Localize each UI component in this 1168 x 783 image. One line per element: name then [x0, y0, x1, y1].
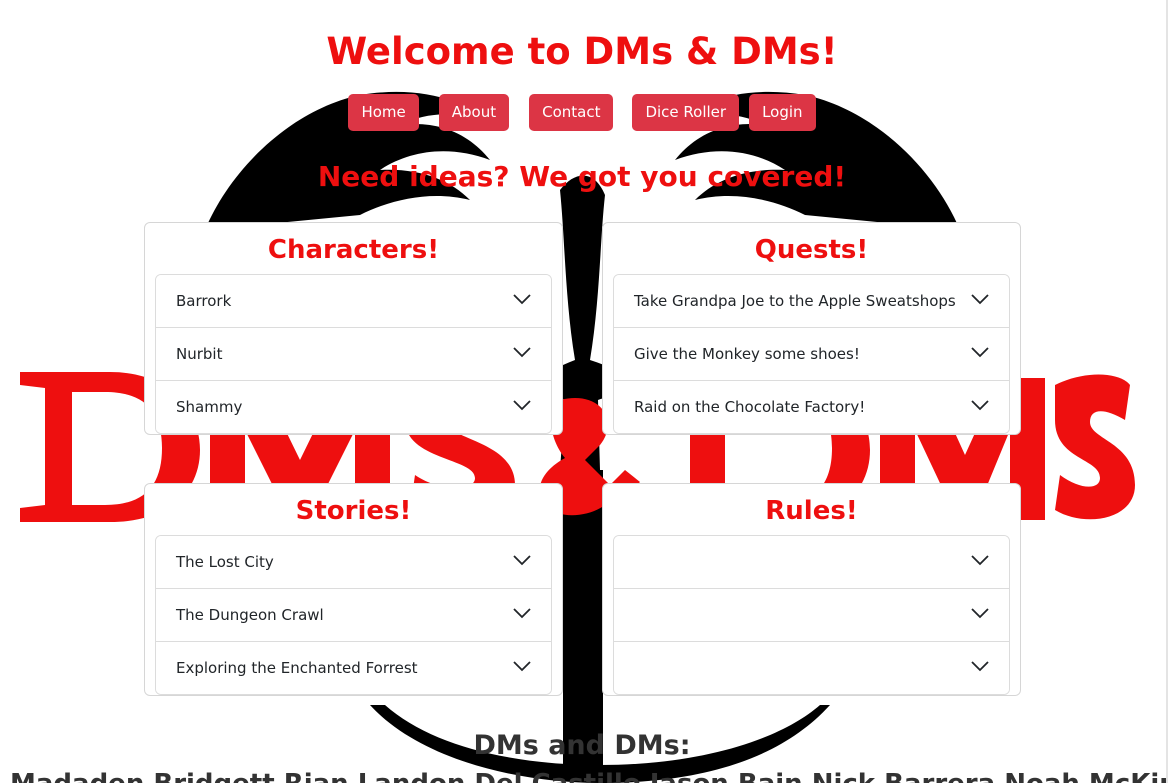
chevron-down-icon: [971, 347, 989, 358]
stories-card-title: Stories!: [295, 496, 412, 526]
characters-card-title: Characters!: [267, 235, 440, 265]
stories-card: Stories! The Lost City The Dungeon Crawl…: [144, 483, 563, 696]
footer-heading: DMs and DMs:: [473, 730, 691, 761]
accordion-item[interactable]: Shammy: [156, 380, 551, 433]
accordion-item[interactable]: Give the Monkey some shoes!: [614, 327, 1009, 380]
accordion-item[interactable]: [614, 588, 1009, 641]
nav-contact-button[interactable]: Contact: [529, 94, 614, 131]
rules-accordion: [613, 535, 1010, 695]
accordion-item[interactable]: The Dungeon Crawl: [156, 588, 551, 641]
accordion-item[interactable]: Barrork: [156, 275, 551, 327]
accordion-item-label: Barrork: [176, 292, 232, 310]
nav-about-button[interactable]: About: [438, 94, 510, 131]
accordion-item-label: Raid on the Chocolate Factory!: [634, 398, 866, 416]
chevron-down-icon: [513, 555, 531, 566]
chevron-down-icon: [513, 608, 531, 619]
stories-accordion: The Lost City The Dungeon Crawl Explorin…: [155, 535, 552, 695]
accordion-item-label: Exploring the Enchanted Forrest: [176, 659, 418, 677]
chevron-down-icon: [971, 400, 989, 411]
nav-bar: Home About Contact Dice Roller Login: [0, 94, 1164, 131]
accordion-item-label: Nurbit: [176, 345, 223, 363]
accordion-item-label: Shammy: [176, 398, 243, 416]
chevron-down-icon: [513, 347, 531, 358]
accordion-item-label: Give the Monkey some shoes!: [634, 345, 860, 363]
chevron-down-icon: [513, 400, 531, 411]
nav-dice-roller-button[interactable]: Dice Roller: [632, 94, 740, 131]
accordion-item[interactable]: Nurbit: [156, 327, 551, 380]
chevron-down-icon: [971, 555, 989, 566]
accordion-item-label: The Dungeon Crawl: [176, 606, 324, 624]
quests-accordion: Take Grandpa Joe to the Apple Sweatshops…: [613, 274, 1010, 434]
chevron-down-icon: [971, 661, 989, 672]
accordion-item[interactable]: [614, 536, 1009, 588]
page: Welcome to DMs & DMs! Home About Contact…: [0, 0, 1168, 783]
quests-card-title: Quests!: [754, 235, 869, 265]
accordion-item[interactable]: The Lost City: [156, 536, 551, 588]
accordion-item[interactable]: Take Grandpa Joe to the Apple Sweatshops: [614, 275, 1009, 327]
chevron-down-icon: [513, 294, 531, 305]
accordion-item[interactable]: Raid on the Chocolate Factory!: [614, 380, 1009, 433]
rules-card: Rules!: [602, 483, 1021, 696]
footer-names: Madaden Bridgett Rian Landon Del Castill…: [10, 768, 1168, 783]
accordion-item[interactable]: [614, 641, 1009, 694]
tagline: Need ideas? We got you covered!: [317, 160, 847, 193]
chevron-down-icon: [513, 661, 531, 672]
accordion-item-label: The Lost City: [176, 553, 274, 571]
nav-home-button[interactable]: Home: [348, 94, 419, 131]
page-title: Welcome to DMs & DMs!: [326, 30, 838, 73]
characters-card: Characters! Barrork Nurbit Shammy: [144, 222, 563, 435]
accordion-item[interactable]: Exploring the Enchanted Forrest: [156, 641, 551, 694]
chevron-down-icon: [971, 294, 989, 305]
chevron-down-icon: [971, 608, 989, 619]
rules-card-title: Rules!: [765, 496, 858, 526]
accordion-item-label: Take Grandpa Joe to the Apple Sweatshops: [634, 292, 956, 310]
quests-card: Quests! Take Grandpa Joe to the Apple Sw…: [602, 222, 1021, 435]
nav-login-button[interactable]: Login: [749, 94, 816, 131]
characters-accordion: Barrork Nurbit Shammy: [155, 274, 552, 434]
